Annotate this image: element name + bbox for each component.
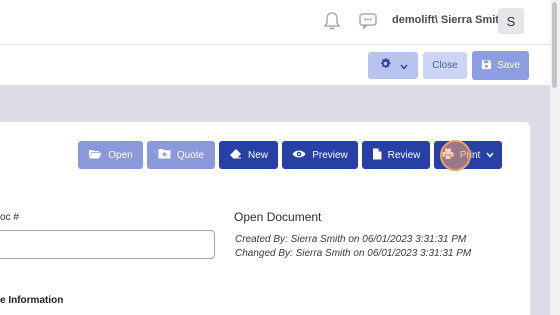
settings-dropdown-button[interactable] <box>368 52 418 79</box>
bell-icon[interactable] <box>323 11 341 31</box>
toolbar: Close Save <box>0 45 560 86</box>
gear-icon <box>379 57 392 75</box>
preview-label: Preview <box>312 149 348 161</box>
eye-icon <box>292 149 306 162</box>
new-label: New <box>247 149 268 161</box>
file-icon <box>372 148 382 163</box>
changed-by-text: Changed By: Sierra Smith on 06/01/2023 3… <box>235 248 472 259</box>
doc-number-label: oc # <box>0 212 19 223</box>
user-name[interactable]: demolift\ Sierra Smith <box>392 14 506 26</box>
doc-number-input[interactable] <box>0 230 215 259</box>
created-by-text: Created By: Sierra Smith on 06/01/2023 3… <box>235 234 467 245</box>
review-button[interactable]: Review <box>362 141 430 169</box>
chevron-down-icon <box>486 150 494 161</box>
open-label: Open <box>108 149 133 161</box>
preview-button[interactable]: Preview <box>282 141 358 169</box>
click-highlight <box>440 140 471 171</box>
save-label: Save <box>497 60 520 71</box>
review-label: Review <box>387 149 421 161</box>
chevron-down-icon <box>399 57 408 75</box>
folder-plus-icon <box>158 148 171 162</box>
quote-label: Quote <box>176 149 205 161</box>
eraser-icon <box>229 148 242 162</box>
open-button[interactable]: Open <box>78 141 143 169</box>
avatar[interactable]: S <box>498 8 524 34</box>
chat-icon[interactable] <box>358 12 378 30</box>
floppy-icon <box>481 59 492 73</box>
save-button[interactable]: Save <box>472 51 529 80</box>
close-button[interactable]: Close <box>423 52 467 79</box>
new-button[interactable]: New <box>219 141 278 169</box>
quote-button[interactable]: Quote <box>147 141 215 169</box>
folder-open-icon <box>88 148 102 162</box>
open-document-title: Open Document <box>234 210 322 224</box>
top-bar: demolift\ Sierra Smith S <box>0 0 560 45</box>
scrollbar-thumb[interactable] <box>552 2 557 88</box>
section-title: e Information <box>0 295 64 306</box>
